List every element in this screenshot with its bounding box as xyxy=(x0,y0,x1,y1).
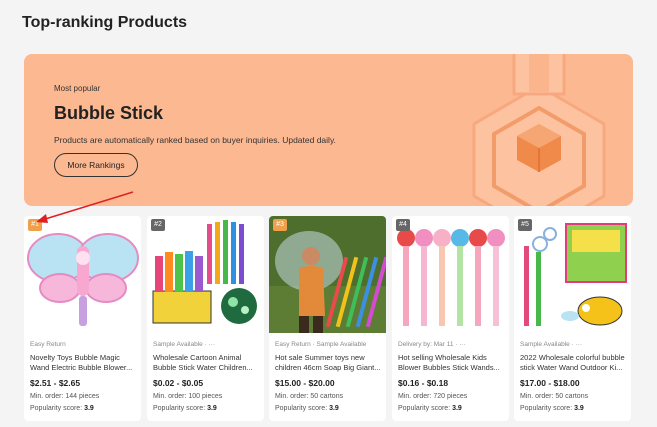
product-title[interactable]: Novelty Toys Bubble Magic Wand Electric … xyxy=(30,353,138,373)
product-price: $17.00 - $18.00 xyxy=(520,378,580,388)
product-card[interactable]: #5 Sample Available · ··· 2022 Wholesale… xyxy=(514,216,631,421)
product-title[interactable]: Wholesale Cartoon Animal Bubble Stick Wa… xyxy=(153,353,261,373)
product-image[interactable] xyxy=(392,216,509,333)
min-order: Min. order: 50 cartons xyxy=(520,393,589,400)
popularity-score-label: Popularity score: xyxy=(153,405,206,412)
rank-badge: #3 xyxy=(273,219,287,231)
product-image[interactable] xyxy=(24,216,141,333)
product-card[interactable]: #4 Delivery by: Mar 11 · ··· Hot selling… xyxy=(392,216,509,421)
product-image[interactable] xyxy=(147,216,264,333)
popularity-score-value: 3.9 xyxy=(452,405,462,412)
popularity-score-value: 3.9 xyxy=(574,405,584,412)
hero-description: Products are automatically ranked based … xyxy=(54,135,336,145)
product-title[interactable]: 2022 Wholesale colorful bubble stick Wat… xyxy=(520,353,628,373)
rank-badge: #4 xyxy=(396,219,410,231)
min-order: Min. order: 720 pieces xyxy=(398,393,468,400)
popularity-score: Popularity score: 3.9 xyxy=(398,405,462,412)
hero-label: Most popular xyxy=(54,84,101,93)
rank-badge: #2 xyxy=(151,219,165,231)
min-order: Min. order: 100 pieces xyxy=(153,393,223,400)
popularity-score-label: Popularity score: xyxy=(275,405,328,412)
product-price: $0.16 - $0.18 xyxy=(398,378,449,388)
more-rankings-button[interactable]: More Rankings xyxy=(54,153,138,177)
min-order: Min. order: 50 cartons xyxy=(275,393,344,400)
product-title[interactable]: Hot selling Wholesale Kids Blower Bubble… xyxy=(398,353,506,373)
product-list: #1 Easy Return Novelty Toys Bubble Magic… xyxy=(24,216,634,422)
popularity-score-label: Popularity score: xyxy=(520,405,573,412)
popularity-score-value: 3.9 xyxy=(207,405,217,412)
medal-box-icon xyxy=(472,54,606,206)
product-price: $2.51 - $2.65 xyxy=(30,378,81,388)
product-tag: Sample Available · ··· xyxy=(153,341,216,348)
product-card[interactable]: #1 Easy Return Novelty Toys Bubble Magic… xyxy=(24,216,141,421)
hero-banner: Most popular Bubble Stick Products are a… xyxy=(24,54,633,206)
product-price: $15.00 - $20.00 xyxy=(275,378,335,388)
rank-badge: #5 xyxy=(518,219,532,231)
product-image[interactable] xyxy=(514,216,631,333)
popularity-score-value: 3.9 xyxy=(84,405,94,412)
hero-product-name: Bubble Stick xyxy=(54,103,164,123)
page-title: Top-ranking Products xyxy=(22,14,188,31)
product-title[interactable]: Hot sale Summer toys new children 46cm S… xyxy=(275,353,383,373)
min-order: Min. order: 144 pieces xyxy=(30,393,100,400)
product-tag: Easy Return · Sample Available xyxy=(275,341,367,348)
rank-badge: #1 xyxy=(28,219,42,231)
popularity-score-label: Popularity score: xyxy=(398,405,451,412)
popularity-score: Popularity score: 3.9 xyxy=(30,405,94,412)
popularity-score-label: Popularity score: xyxy=(30,405,83,412)
popularity-score-value: 3.9 xyxy=(329,405,339,412)
popularity-score: Popularity score: 3.9 xyxy=(520,405,584,412)
product-card[interactable]: #3 Easy Return · Sample Available Hot sa… xyxy=(269,216,386,421)
popularity-score: Popularity score: 3.9 xyxy=(153,405,217,412)
product-tag: Easy Return xyxy=(30,341,66,348)
product-image[interactable] xyxy=(269,216,386,333)
top-ranking-page: Top-ranking Products Most popular Bubble… xyxy=(0,0,657,427)
product-tag: Delivery by: Mar 11 · ··· xyxy=(398,341,466,348)
product-price: $0.02 - $0.05 xyxy=(153,378,204,388)
product-card[interactable]: #2 Sample Available · ··· Wholesale Cart… xyxy=(147,216,264,421)
popularity-score: Popularity score: 3.9 xyxy=(275,405,339,412)
product-tag: Sample Available · ··· xyxy=(520,341,583,348)
